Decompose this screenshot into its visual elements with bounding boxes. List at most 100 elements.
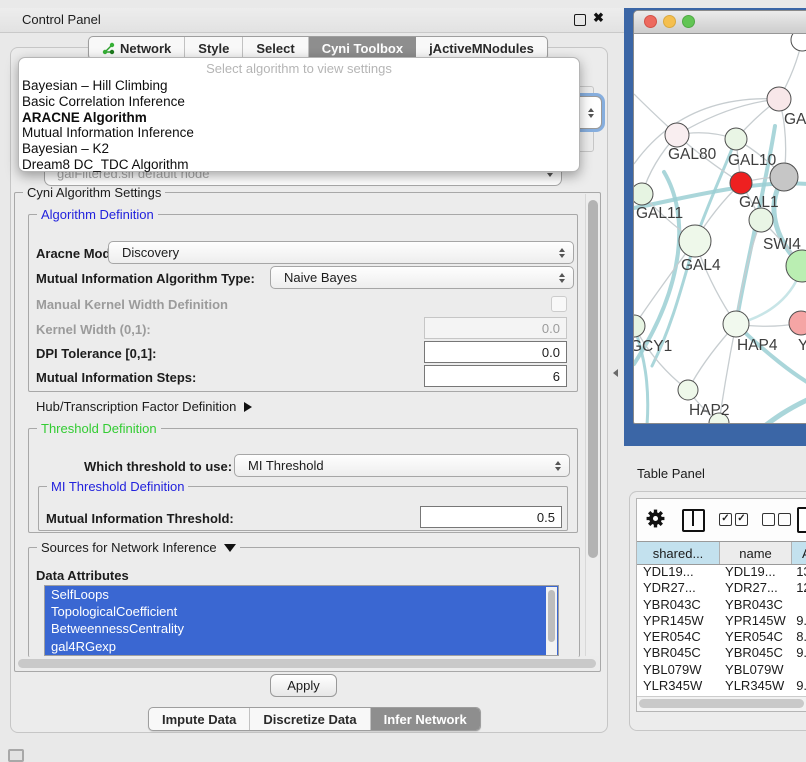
column-header-shared-name[interactable]: shared... bbox=[637, 542, 720, 564]
unchecked-checkbox-icon[interactable] bbox=[778, 513, 791, 526]
table-scrollbar-thumb[interactable] bbox=[639, 699, 804, 708]
algorithm-option[interactable]: Bayesian – K2 bbox=[19, 141, 579, 157]
checked-checkbox-icon[interactable]: ✓ bbox=[735, 513, 748, 526]
column-header-name[interactable]: name bbox=[720, 542, 792, 564]
which-threshold-combobox[interactable]: MI Threshold bbox=[234, 454, 570, 477]
group-title: Threshold Definition bbox=[37, 421, 161, 436]
network-window-titlebar[interactable] bbox=[634, 11, 806, 34]
checked-checkbox-icon[interactable]: ✓ bbox=[719, 513, 732, 526]
mi-threshold-field[interactable]: 0.5 bbox=[420, 506, 562, 528]
node-label: HAP2 bbox=[689, 402, 730, 419]
kernel-width-field[interactable]: 0.0 bbox=[424, 317, 567, 339]
dropdown-prompt: Select algorithm to view settings bbox=[19, 60, 579, 78]
algorithm-option[interactable]: Mutual Information Inference bbox=[19, 125, 579, 141]
mi-threshold-label: Mutual Information Threshold: bbox=[46, 511, 234, 526]
settings-vertical-scrollbar[interactable] bbox=[585, 194, 599, 656]
vertical-scrollbar-thumb[interactable] bbox=[588, 200, 598, 558]
attribute-item-selected[interactable]: BetweennessCentrality bbox=[45, 620, 558, 637]
table-row[interactable]: YDR27...YDR27...12 bbox=[637, 580, 806, 596]
column-header-partial[interactable]: A bbox=[792, 542, 806, 564]
manual-kernel-checkbox[interactable] bbox=[551, 296, 567, 312]
table-row[interactable]: YDL19...YDL19...13 bbox=[637, 564, 806, 580]
tab-cyni-toolbox[interactable]: Cyni Toolbox bbox=[309, 37, 416, 59]
combo-arrows-icon bbox=[588, 108, 594, 118]
algorithm-option[interactable]: Bayesian – Hill Climbing bbox=[19, 78, 579, 94]
attribute-item-selected[interactable]: gal4RGexp bbox=[45, 638, 558, 655]
network-canvas[interactable]: GAL GAL80 GAL10 GAL1 GAL11 SWI4 GAL4 GCY… bbox=[634, 34, 806, 424]
network-node-gal4[interactable] bbox=[679, 225, 711, 257]
sources-toggle[interactable]: Sources for Network Inference bbox=[37, 540, 240, 555]
table-horizontal-scrollbar[interactable] bbox=[637, 696, 806, 711]
node-label: GAL1 bbox=[739, 194, 779, 211]
table-row[interactable]: YBL079WYBL079W bbox=[637, 662, 806, 678]
table-row[interactable]: YPR145WYPR145W9. bbox=[637, 613, 806, 629]
apply-button[interactable]: Apply bbox=[270, 674, 337, 697]
list-scrollbar[interactable] bbox=[546, 587, 557, 656]
panel-title: Control Panel bbox=[22, 12, 101, 27]
aracne-mode-combobox[interactable]: Discovery bbox=[108, 241, 574, 264]
network-window[interactable]: GAL GAL80 GAL10 GAL1 GAL11 SWI4 GAL4 GCY… bbox=[633, 10, 806, 424]
list-scrollbar-thumb[interactable] bbox=[548, 590, 555, 642]
table-cell: YBL079W bbox=[637, 662, 719, 678]
dpi-tolerance-label: DPI Tolerance [0,1]: bbox=[36, 346, 156, 361]
collapsed-panel-icon[interactable] bbox=[8, 749, 24, 762]
network-node-hap4[interactable] bbox=[723, 311, 749, 337]
unchecked-checkbox-icon[interactable] bbox=[762, 513, 775, 526]
network-node-gcy1[interactable] bbox=[634, 315, 645, 337]
table-cell: YDR27... bbox=[719, 580, 790, 596]
node-label: GAL4 bbox=[681, 257, 721, 274]
control-panel-titlebar: Control Panel ✖ bbox=[0, 8, 625, 33]
tab-impute-data[interactable]: Impute Data bbox=[149, 708, 250, 730]
mi-type-combobox[interactable]: Naive Bayes bbox=[270, 266, 574, 289]
split-columns-icon[interactable] bbox=[682, 509, 705, 532]
tab-discretize-data[interactable]: Discretize Data bbox=[250, 708, 370, 730]
window-minimize-icon[interactable] bbox=[663, 15, 676, 28]
mi-steps-field[interactable]: 6 bbox=[424, 365, 567, 387]
combo-arrows-icon bbox=[555, 461, 561, 471]
node-label: GAL10 bbox=[728, 152, 777, 169]
tab-style[interactable]: Style bbox=[185, 37, 243, 59]
node-label: SWI4 bbox=[763, 236, 801, 253]
attribute-item-selected[interactable]: TopologicalCoefficient bbox=[45, 603, 558, 620]
network-node-gal11[interactable] bbox=[634, 183, 653, 205]
attribute-item-selected[interactable]: SelfLoops bbox=[45, 586, 558, 603]
algorithm-option[interactable]: Basic Correlation Inference bbox=[19, 94, 579, 110]
mi-steps-label: Mutual Information Steps: bbox=[36, 370, 196, 385]
window-close-icon[interactable] bbox=[644, 15, 657, 28]
network-node[interactable] bbox=[791, 34, 806, 51]
splitter-collapse-icon[interactable] bbox=[613, 369, 618, 377]
table-row[interactable]: YBR045CYBR045C9. bbox=[637, 645, 806, 661]
table-cell: YBL079W bbox=[719, 662, 790, 678]
network-node-gal80[interactable] bbox=[665, 123, 689, 147]
table-row[interactable]: YER054CYER054C8. bbox=[637, 629, 806, 645]
tab-infer-network[interactable]: Infer Network bbox=[371, 708, 480, 730]
tab-select[interactable]: Select bbox=[243, 37, 308, 59]
tab-jactivemnodules[interactable]: jActiveMNodules bbox=[416, 37, 547, 59]
tab-network[interactable]: Network bbox=[89, 37, 185, 59]
algorithm-option[interactable]: Dream8 DC_TDC Algorithm bbox=[19, 157, 579, 173]
horizontal-scrollbar-thumb[interactable] bbox=[18, 659, 596, 668]
table-cell: 9. bbox=[790, 645, 806, 661]
table-cell: YER054C bbox=[637, 629, 719, 645]
tab-label: Impute Data bbox=[162, 712, 236, 727]
kernel-width-label: Kernel Width (0,1): bbox=[36, 322, 151, 337]
network-node[interactable] bbox=[749, 208, 773, 232]
float-panel-icon[interactable] bbox=[574, 14, 586, 26]
network-node-gal10[interactable] bbox=[725, 128, 747, 150]
table-row[interactable]: YBR043CYBR043C bbox=[637, 597, 806, 613]
which-threshold-label: Which threshold to use: bbox=[84, 459, 232, 474]
file-icon[interactable] bbox=[797, 507, 806, 533]
network-node[interactable] bbox=[789, 311, 806, 335]
algorithm-option-selected[interactable]: ARACNE Algorithm bbox=[19, 110, 579, 126]
table-row[interactable]: YLR345WYLR345W9. bbox=[637, 678, 806, 694]
combo-value: Discovery bbox=[122, 245, 179, 260]
network-node[interactable] bbox=[767, 87, 791, 111]
dpi-tolerance-field[interactable]: 0.0 bbox=[424, 341, 567, 363]
mi-type-label: Mutual Information Algorithm Type: bbox=[36, 271, 255, 286]
window-zoom-icon[interactable] bbox=[682, 15, 695, 28]
network-node-hap2[interactable] bbox=[678, 380, 698, 400]
close-icon[interactable]: ✖ bbox=[593, 10, 604, 26]
hub-definition-toggle[interactable]: Hub/Transcription Factor Definition bbox=[36, 399, 252, 414]
gear-icon[interactable] bbox=[645, 508, 666, 529]
network-node-gal1[interactable] bbox=[730, 172, 752, 194]
